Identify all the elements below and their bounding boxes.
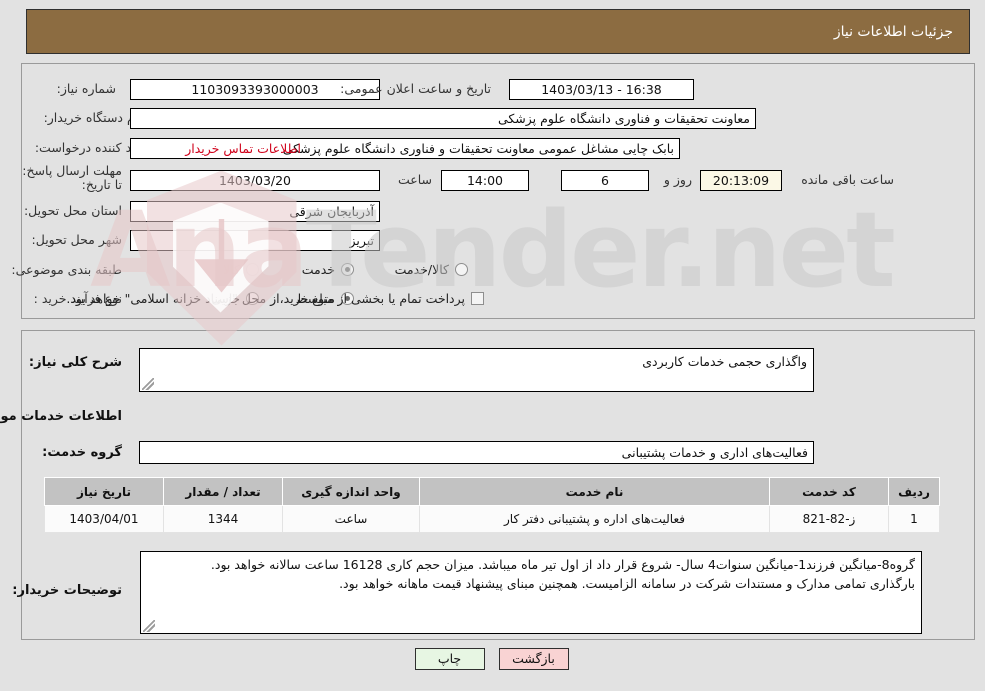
treasury-note-checkbox[interactable] xyxy=(472,292,485,305)
deadline-days-label-wrap: روز و xyxy=(665,172,693,187)
province-label: استان محل تحویل: xyxy=(24,203,123,218)
service-group-field-wrap: فعالیت‌های اداری و خدمات پشتیبانی xyxy=(140,441,815,464)
announce-datetime-label-wrap: تاریخ و ساعت اعلان عمومی: xyxy=(341,81,492,96)
services-table-wrap: ردیف کد خدمت نام خدمت واحد اندازه گیری ت… xyxy=(45,477,941,533)
service-group-label-wrap: گروه خدمت: xyxy=(43,445,123,460)
treasury-note-wrap[interactable]: پرداخت تمام یا بخشی از مبلغ خرید،از محل … xyxy=(67,291,485,306)
need-number-label: شماره نیاز: xyxy=(57,81,117,96)
col-row: ردیف xyxy=(889,477,941,506)
deadline-hour-field-wrap: 14:00 xyxy=(442,170,530,191)
category-option-kala-khedmat[interactable]: کالا/خدمت xyxy=(396,262,469,277)
announce-datetime-field-wrap: 16:38 - 1403/03/13 xyxy=(510,79,695,100)
table-header-row: ردیف کد خدمت نام خدمت واحد اندازه گیری ت… xyxy=(45,477,941,506)
buyer-notes-label: توضیحات خریدار: xyxy=(13,583,123,598)
deadline-days-field-wrap: 6 xyxy=(562,170,650,191)
city-field-wrap: تبریز xyxy=(131,230,381,251)
footer-actions: بازگشت چاپ xyxy=(0,648,985,670)
buyer-org-label: نام دستگاه خریدار: xyxy=(44,110,143,125)
province-field[interactable]: آذربایجان شرقی xyxy=(131,201,381,222)
need-number-label-wrap: شماره نیاز: xyxy=(58,81,117,96)
category-option-khedmat-label: خدمت xyxy=(302,262,336,277)
buyer-contact-link-wrap: اطلاعات تماس خریدار xyxy=(186,141,302,156)
category-label-wrap: طبقه بندی موضوعی: xyxy=(12,262,123,277)
cell-quantity: 1344 xyxy=(164,505,284,533)
announce-datetime-label: تاریخ و ساعت اعلان عمومی: xyxy=(341,81,492,96)
treasury-note-label: پرداخت تمام یا بخشی از مبلغ خرید،از محل … xyxy=(67,291,466,306)
deadline-date-field[interactable]: 1403/03/20 xyxy=(131,170,381,191)
buyer-notes-label-wrap: توضیحات خریدار: xyxy=(13,583,123,598)
province-label-wrap: استان محل تحویل: xyxy=(25,203,123,218)
buyer-contact-link[interactable]: اطلاعات تماس خریدار xyxy=(186,141,302,156)
back-button[interactable]: بازگشت xyxy=(499,648,570,670)
buyer-notes-textarea[interactable]: گروه8-میانگین فرزند1-میانگین سنوات4 سال-… xyxy=(141,551,923,634)
general-desc-textarea[interactable]: واگذاری حجمی خدمات کاربردی xyxy=(140,348,815,392)
services-heading: اطلاعات خدمات مورد نیاز xyxy=(0,409,123,424)
page-title: جزئیات اطلاعات نیاز xyxy=(834,23,954,40)
general-desc-label: شرح کلی نیاز: xyxy=(29,355,123,370)
col-need-date: تاریخ نیاز xyxy=(45,477,165,506)
deadline-label: مهلت ارسال پاسخ: تا تاریخ: xyxy=(23,163,123,192)
cell-row: 1 xyxy=(889,505,941,533)
deadline-days-label: روز و xyxy=(664,172,693,187)
buyer-org-label-wrap: نام دستگاه خریدار: xyxy=(45,110,143,125)
service-group-field[interactable]: فعالیت‌های اداری و خدمات پشتیبانی xyxy=(140,441,815,464)
page-header-bar: جزئیات اطلاعات نیاز xyxy=(27,9,971,54)
deadline-label-wrap: مهلت ارسال پاسخ: تا تاریخ: xyxy=(18,164,123,192)
deadline-hour-field[interactable]: 14:00 xyxy=(442,170,530,191)
deadline-date-field-wrap: 1403/03/20 xyxy=(131,170,381,191)
category-option-kala-khedmat-label: کالا/خدمت xyxy=(395,262,450,277)
category-radio-khedmat-icon[interactable] xyxy=(342,263,355,276)
resize-grip-icon[interactable] xyxy=(143,378,155,390)
city-label: شهر محل تحویل: xyxy=(32,232,123,247)
category-option-khedmat[interactable]: خدمت xyxy=(303,262,355,277)
announce-datetime-field[interactable]: 16:38 - 1403/03/13 xyxy=(510,79,695,100)
need-info-panel xyxy=(22,63,976,319)
deadline-countdown-field: 20:13:09 xyxy=(701,170,783,191)
buyer-notes-resize-grip-icon[interactable] xyxy=(144,620,156,632)
category-option-kala[interactable]: کالا xyxy=(224,262,260,277)
print-button[interactable]: چاپ xyxy=(415,648,486,670)
col-unit: واحد اندازه گیری xyxy=(283,477,421,506)
city-label-wrap: شهر محل تحویل: xyxy=(33,232,123,247)
deadline-countdown-label: ساعت باقی مانده xyxy=(802,172,895,187)
deadline-countdown-label-wrap: ساعت باقی مانده xyxy=(802,172,895,187)
category-radio-kala-icon[interactable] xyxy=(247,263,260,276)
deadline-hour-label: ساعت xyxy=(398,172,433,187)
service-group-label: گروه خدمت: xyxy=(43,445,123,460)
cell-need-date: 1403/04/01 xyxy=(45,505,165,533)
table-row[interactable]: 1 ز-82-821 فعالیت‌های اداره و پشتیبانی د… xyxy=(45,505,941,533)
services-table: ردیف کد خدمت نام خدمت واحد اندازه گیری ت… xyxy=(45,477,941,533)
cell-unit: ساعت xyxy=(283,505,421,533)
buyer-notes-line1: گروه8-میانگین فرزند1-میانگین سنوات4 سال-… xyxy=(211,557,916,572)
province-field-wrap: آذربایجان شرقی xyxy=(131,201,381,222)
col-code: کد خدمت xyxy=(770,477,890,506)
deadline-days-field[interactable]: 6 xyxy=(562,170,650,191)
category-radio-kala-khedmat-icon[interactable] xyxy=(456,263,469,276)
deadline-hour-label-wrap: ساعت xyxy=(399,172,433,187)
page-root: AnaTender.net جزئیات اطلاعات نیاز شماره … xyxy=(0,0,985,691)
cell-name: فعالیت‌های اداره و پشتیبانی دفتر کار xyxy=(420,505,771,533)
category-label: طبقه بندی موضوعی: xyxy=(12,262,123,277)
col-quantity: تعداد / مقدار xyxy=(164,477,284,506)
cell-code: ز-82-821 xyxy=(770,505,890,533)
buyer-org-field[interactable]: معاونت تحقیقات و فناوری دانشگاه علوم پزش… xyxy=(131,108,757,129)
general-desc-label-wrap: شرح کلی نیاز: xyxy=(30,355,123,370)
buyer-notes-line2: بارگذاری تمامی مدارک و مستندات شرکت در س… xyxy=(340,576,916,591)
general-desc-value: واگذاری حجمی خدمات کاربردی xyxy=(643,354,808,369)
deadline-countdown-field-wrap: 20:13:09 xyxy=(701,170,783,191)
col-name: نام خدمت xyxy=(420,477,771,506)
buyer-org-field-wrap: معاونت تحقیقات و فناوری دانشگاه علوم پزش… xyxy=(131,108,757,129)
city-field[interactable]: تبریز xyxy=(131,230,381,251)
category-option-kala-label: کالا xyxy=(224,262,241,277)
